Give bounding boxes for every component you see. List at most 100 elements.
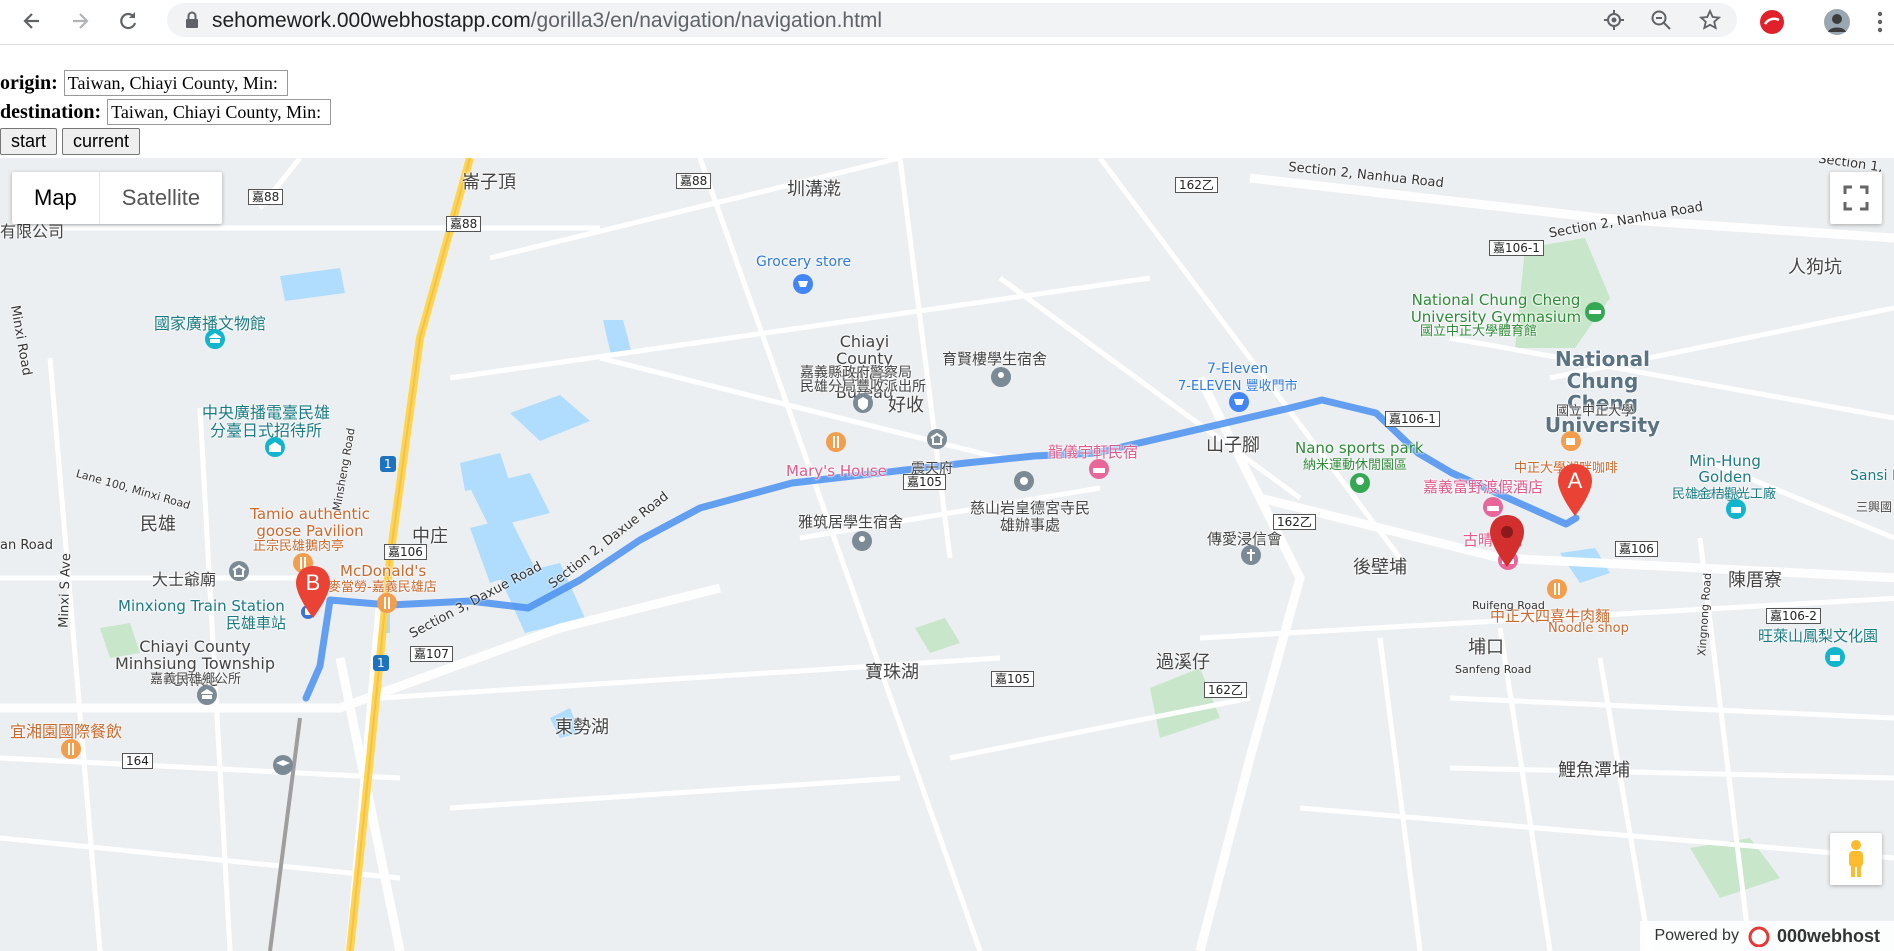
map-type-control: Map Satellite	[12, 172, 223, 224]
map-label: 旺萊山鳳梨文化園	[1758, 627, 1879, 645]
guesthouse-icon[interactable]	[264, 436, 286, 458]
road-shield: 嘉106-1	[1489, 240, 1544, 256]
highway-shield: 1	[373, 655, 389, 671]
convenience-store-icon[interactable]	[1228, 391, 1250, 413]
dormitory-icon[interactable]	[990, 366, 1012, 388]
powered-by-badge[interactable]: Powered by 000webhost	[1640, 921, 1894, 951]
temple-icon[interactable]	[228, 560, 250, 582]
destination-label: destination:	[0, 100, 102, 123]
grocery-store-icon[interactable]	[792, 273, 814, 295]
star-icon[interactable]	[1697, 7, 1723, 33]
road-label: Minxi S Ave	[56, 552, 75, 629]
map-label: Mary's House	[786, 462, 887, 480]
museum-icon[interactable]	[204, 328, 226, 350]
map-label: 過溪仔	[1156, 652, 1210, 673]
lodging-icon[interactable]	[1088, 458, 1110, 480]
destination-pin[interactable]	[1490, 515, 1524, 572]
township-office-icon[interactable]	[196, 684, 218, 706]
map-label: 雅筑居學生宿舍	[798, 513, 904, 531]
road-shield: 嘉106-2	[1766, 608, 1821, 624]
road-shield: 嘉88	[446, 216, 482, 232]
cafe-icon[interactable]	[1560, 430, 1582, 452]
road-shield: 嘉105	[991, 671, 1034, 687]
map-label: 陳厝寮	[1728, 570, 1782, 591]
webhost-logo-icon	[1748, 926, 1770, 947]
forward-icon[interactable]	[65, 6, 95, 36]
map-label: 東勢湖	[555, 717, 609, 738]
noodle-shop-icon[interactable]	[1546, 578, 1568, 600]
map-label: 民雄車站	[226, 614, 287, 632]
map-label: 鯉魚潭埔	[1558, 760, 1630, 781]
dormitory-icon[interactable]	[851, 530, 873, 552]
map-label: Noodle shop	[1548, 621, 1629, 636]
map-label: 嘉義富野渡假酒店	[1423, 478, 1544, 496]
highway-shield: 1	[380, 456, 396, 472]
destination-row: destination:	[0, 99, 332, 125]
road-label: Ruifeng Road	[1472, 599, 1545, 612]
map-label: 寶珠湖	[865, 662, 919, 683]
restaurant-icon[interactable]	[60, 738, 82, 760]
map-label: 納米運動休閒園區	[1303, 458, 1408, 473]
zoom-icon[interactable]	[1648, 7, 1674, 33]
origin-label: origin:	[0, 71, 58, 94]
map-label: 山子腳	[1206, 435, 1260, 456]
url-text: sehomework.000webhostapp.com/gorilla3/en…	[212, 9, 883, 32]
map-label: 國立中正大學體育館	[1420, 324, 1538, 339]
road-label: Sanfeng Road	[1455, 663, 1532, 676]
map-label: 三興國	[1856, 500, 1893, 514]
map-label: Grocery store	[756, 254, 852, 270]
map-type-map-button[interactable]: Map	[12, 172, 99, 224]
map-canvas[interactable]: 崙子頂 圳溝漧 Section 2, Nanhua Road Section 2…	[0, 158, 1894, 951]
street-view-pegman[interactable]	[1830, 833, 1882, 885]
map-label: 後壁埔	[1353, 557, 1407, 578]
gym-icon[interactable]	[1584, 301, 1606, 323]
current-button[interactable]: current	[62, 128, 141, 155]
road-shield: 嘉88	[248, 189, 284, 205]
map-label: 民雄	[140, 514, 176, 535]
origin-input[interactable]	[63, 70, 288, 96]
map-label: Sansi Elementary	[1850, 468, 1894, 484]
extension-icon[interactable]	[1757, 7, 1787, 37]
address-bar[interactable]: sehomework.000webhostapp.com/gorilla3/en…	[167, 3, 1737, 37]
browser-toolbar: sehomework.000webhostapp.com/gorilla3/en…	[0, 0, 1894, 45]
powered-by-brand: 000webhost	[1776, 925, 1880, 946]
location-icon[interactable]	[1601, 7, 1627, 33]
map-type-satellite-button[interactable]: Satellite	[98, 172, 222, 224]
church-icon[interactable]	[1240, 544, 1262, 566]
menu-icon[interactable]	[1872, 7, 1888, 37]
marker-a[interactable]: A	[1558, 464, 1592, 521]
profile-icon[interactable]	[1822, 7, 1852, 37]
temple-icon[interactable]	[926, 428, 948, 450]
temple-icon[interactable]	[1013, 470, 1035, 492]
map-label: 崙子頂	[462, 172, 516, 193]
pegman-icon	[1849, 840, 1863, 877]
road-shield: 162乙	[1175, 177, 1218, 193]
back-icon[interactable]	[17, 6, 47, 36]
powered-by-text: Powered by	[1654, 927, 1739, 944]
origin-row: origin:	[0, 70, 288, 96]
pineapple-museum-icon[interactable]	[1824, 646, 1846, 668]
road-shield: 162乙	[1273, 514, 1316, 530]
restaurant-icon[interactable]	[376, 592, 398, 614]
fullscreen-button[interactable]	[1830, 172, 1882, 224]
destination-input[interactable]	[107, 99, 332, 125]
factory-icon[interactable]	[1725, 498, 1747, 520]
map-label: 圳溝漧	[787, 179, 841, 200]
map-label: 民雄金桔觀光工廠	[1672, 487, 1777, 502]
map-label: 中央廣播電臺民雄分臺日式招待所	[201, 403, 330, 440]
marker-b[interactable]: B	[296, 566, 330, 623]
map-base-layer	[0, 158, 1894, 951]
park-icon[interactable]	[1349, 472, 1371, 494]
restaurant-icon[interactable]	[825, 431, 847, 453]
police-icon[interactable]	[852, 392, 874, 414]
fullscreen-icon	[1843, 185, 1869, 211]
lock-icon[interactable]	[179, 7, 205, 33]
reload-icon[interactable]	[113, 6, 143, 36]
school-icon[interactable]	[272, 754, 294, 776]
road-shield: 嘉106-1	[1385, 411, 1440, 427]
map-label: 國立中正大學	[1556, 404, 1635, 419]
road-shield: 嘉107	[410, 646, 453, 662]
map-label: 大士爺廟	[152, 570, 217, 589]
start-button[interactable]: start	[0, 128, 58, 155]
map-label: 慈山岩皇德宮寺民雄辦事處	[969, 499, 1090, 534]
